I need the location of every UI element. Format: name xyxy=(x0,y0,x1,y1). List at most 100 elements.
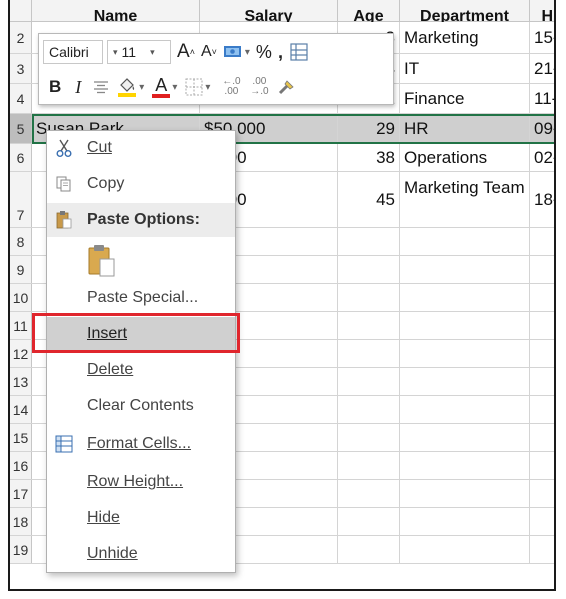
paint-bucket-icon xyxy=(118,78,137,97)
row-number[interactable]: 2 xyxy=(10,22,32,53)
row-number[interactable]: 19 xyxy=(10,536,32,563)
fill-color-button[interactable]: ▾ xyxy=(117,74,144,100)
font-color-button[interactable]: A xyxy=(152,74,171,100)
increase-decimal-button[interactable]: ←.0 .00 xyxy=(220,74,242,100)
context-menu: Cut Copy Paste Options: Paste Special...… xyxy=(46,130,236,573)
paste-icon xyxy=(87,243,117,284)
format-painter-table-button[interactable] xyxy=(289,39,309,65)
format-painter-icon xyxy=(279,80,295,95)
borders-button[interactable]: ▾ xyxy=(185,74,210,100)
font-color-dropdown-icon[interactable]: ▾ xyxy=(172,82,177,93)
row-number[interactable]: 14 xyxy=(10,396,32,423)
menu-item-paste-special[interactable]: Paste Special... xyxy=(47,281,235,315)
cell-age[interactable]: 38 xyxy=(338,144,400,171)
cell-department[interactable]: HR xyxy=(400,114,530,143)
fill-color-dropdown-icon[interactable]: ▾ xyxy=(139,82,144,93)
menu-label-cut: Cut xyxy=(87,139,112,156)
menu-item-hide[interactable]: Hide xyxy=(47,501,235,535)
menu-label-delete: Delete xyxy=(87,361,134,378)
row-number[interactable]: 9 xyxy=(10,256,32,283)
paste-option-button[interactable] xyxy=(47,237,235,285)
row-number[interactable]: 12 xyxy=(10,340,32,367)
copy-icon xyxy=(53,173,75,195)
row-number[interactable]: 11 xyxy=(10,312,32,339)
menu-item-unhide[interactable]: Unhide xyxy=(47,537,235,571)
font-size-value: 11 xyxy=(121,44,137,60)
borders-dropdown-icon[interactable]: ▾ xyxy=(205,82,210,93)
borders-icon xyxy=(185,78,203,96)
cell-age[interactable]: 45 xyxy=(338,172,400,227)
menu-header-paste-options: Paste Options: xyxy=(47,203,235,237)
menu-item-format-cells[interactable]: Format Cells... xyxy=(47,427,235,461)
cell-department[interactable]: IT xyxy=(400,54,530,83)
accounting-format-button[interactable]: ▾ xyxy=(223,39,250,65)
scissors-icon xyxy=(53,137,75,159)
comma-style-button[interactable]: , xyxy=(278,39,283,65)
font-name-box[interactable]: Calibri xyxy=(43,40,103,64)
cell-hire-date[interactable]: 02- xyxy=(530,144,554,171)
cell-department[interactable]: Finance xyxy=(400,84,530,113)
center-align-button[interactable] xyxy=(93,74,109,100)
menu-item-delete[interactable]: Delete xyxy=(47,353,235,387)
menu-item-row-height[interactable]: Row Height... xyxy=(47,465,235,499)
mini-formatting-toolbar: Calibri ▾ 11 ▾ A ˄ A ˅ ▾ % , B I ▾ A ▾ ▾… xyxy=(38,33,394,105)
menu-item-clear-contents[interactable]: Clear Contents xyxy=(47,389,235,423)
row-number[interactable]: 15 xyxy=(10,424,32,451)
row-number[interactable]: 5 xyxy=(10,114,32,143)
row-number[interactable]: 18 xyxy=(10,508,32,535)
increase-font-size-button[interactable]: A ˄ xyxy=(177,39,195,65)
italic-button[interactable]: I xyxy=(75,74,81,100)
decrease-font-size-button[interactable]: A ˅ xyxy=(201,39,217,65)
align-center-icon xyxy=(94,81,109,94)
font-name-dropdown-icon[interactable]: ▾ xyxy=(113,47,118,58)
row-number[interactable]: 8 xyxy=(10,228,32,255)
cell-hire-date[interactable]: 11- xyxy=(530,84,554,113)
menu-label-hide: Hide xyxy=(87,509,120,526)
row-number[interactable]: 3 xyxy=(10,54,32,83)
cell-hire-date[interactable]: 15- xyxy=(530,22,554,53)
format-painter-button[interactable] xyxy=(276,74,296,100)
row-number[interactable]: 7 xyxy=(10,172,32,227)
menu-item-copy[interactable]: Copy xyxy=(47,167,235,201)
cell-department[interactable]: Marketing xyxy=(400,22,530,53)
menu-label-row-height: Row Height... xyxy=(87,473,184,490)
menu-label-insert: Insert xyxy=(87,325,128,342)
column-header-hire-date[interactable]: Hi xyxy=(530,0,555,23)
menu-label-paste-options: Paste Options: xyxy=(87,211,200,228)
column-header-age[interactable]: Age xyxy=(338,0,400,22)
currency-format-icon xyxy=(223,46,241,57)
font-name-value: Calibri xyxy=(49,44,89,60)
row-number[interactable]: 4 xyxy=(10,84,32,113)
column-header-department[interactable]: Department xyxy=(400,0,530,22)
spreadsheet-frame: Name Salary Age Department Hi 2 3 Market… xyxy=(8,0,556,591)
accounting-dropdown-icon[interactable]: ▾ xyxy=(245,47,250,58)
select-all-corner[interactable] xyxy=(10,0,32,22)
column-header-salary[interactable]: Salary xyxy=(200,0,338,22)
font-color-bar xyxy=(152,93,171,98)
column-header-name[interactable]: Name xyxy=(32,0,200,22)
bold-button[interactable]: B xyxy=(49,74,61,100)
cell-department[interactable]: Operations xyxy=(400,144,530,171)
row-number[interactable]: 16 xyxy=(10,452,32,479)
row-number[interactable]: 10 xyxy=(10,284,32,311)
cell-hire-date[interactable]: 21- xyxy=(530,54,554,83)
row-number[interactable]: 6 xyxy=(10,144,32,171)
font-size-box[interactable]: ▾ 11 ▾ xyxy=(107,40,171,64)
percent-style-button[interactable]: % xyxy=(256,39,272,65)
cell-hire-date[interactable]: 18- xyxy=(530,172,554,227)
row-number[interactable]: 13 xyxy=(10,368,32,395)
clipboard-icon xyxy=(53,209,75,231)
row-number[interactable]: 17 xyxy=(10,480,32,507)
menu-item-cut[interactable]: Cut xyxy=(47,131,235,165)
cell-department[interactable]: Marketing Team xyxy=(400,172,530,227)
menu-label-copy: Copy xyxy=(87,175,125,192)
decrease-decimal-button[interactable]: .00 →.0 xyxy=(248,74,270,100)
cell-hire-date[interactable]: 09- xyxy=(530,114,554,143)
table-format-icon xyxy=(290,43,308,61)
menu-label-paste-special: Paste Special... xyxy=(87,289,199,306)
font-size-dropdown-icon[interactable]: ▾ xyxy=(150,47,155,58)
menu-label-clear-contents: Clear Contents xyxy=(87,397,194,414)
menu-label-unhide: Unhide xyxy=(87,545,138,562)
cell-age[interactable]: 29 xyxy=(338,114,400,143)
menu-item-insert[interactable]: Insert xyxy=(47,317,235,351)
